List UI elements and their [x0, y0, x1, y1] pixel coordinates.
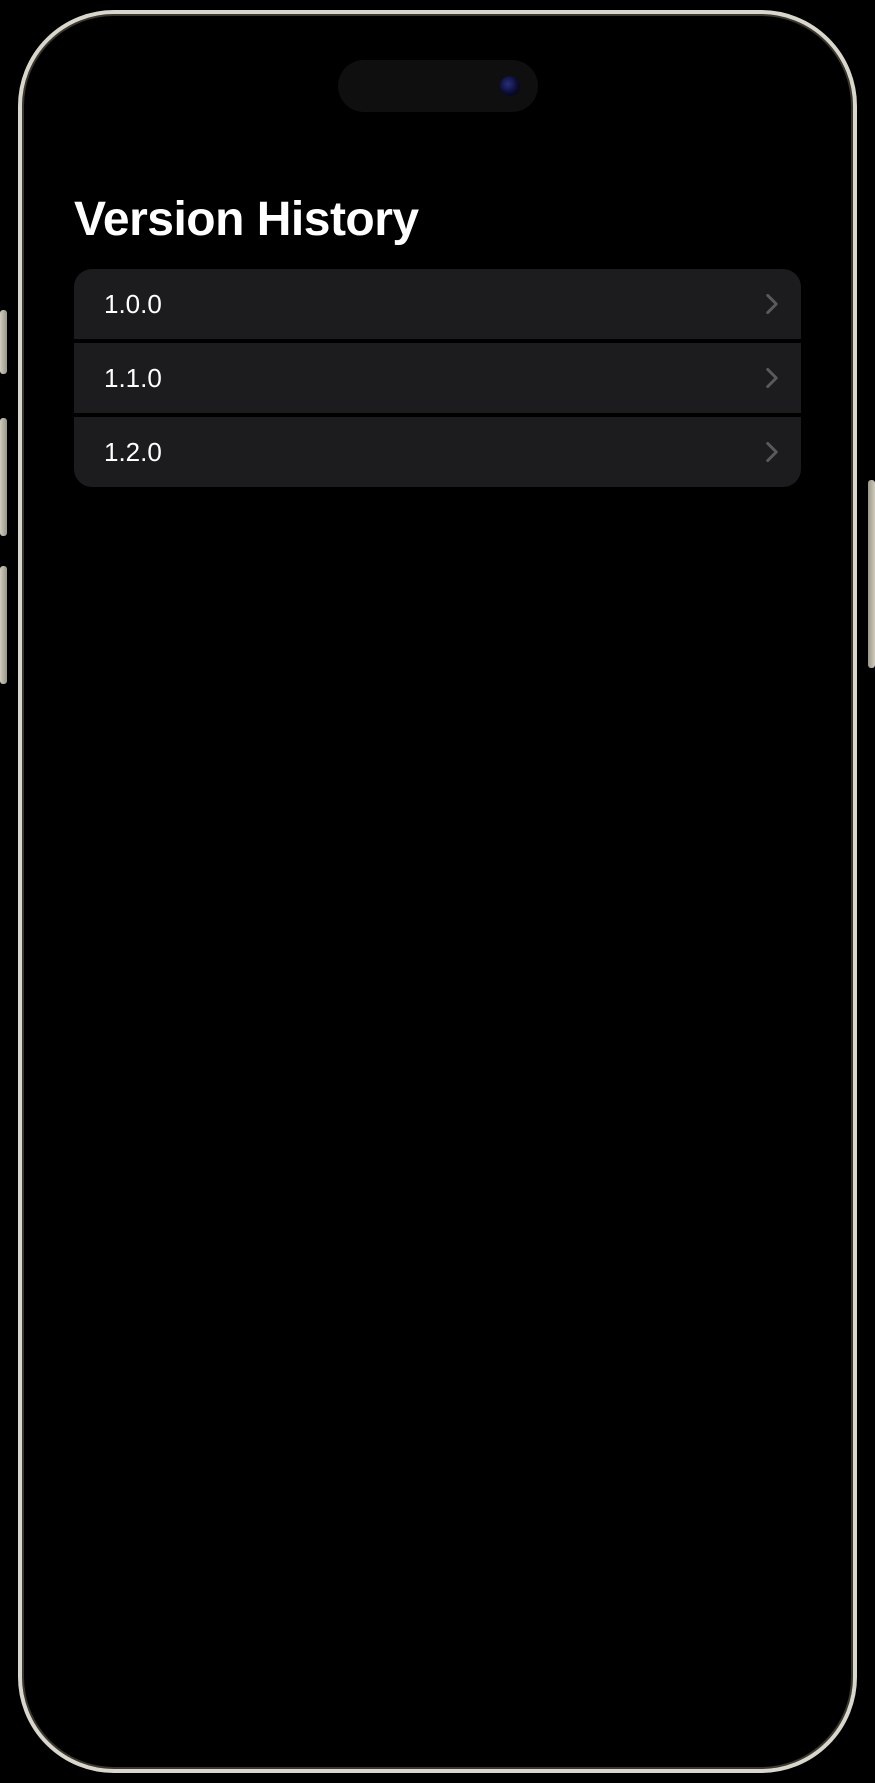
version-row[interactable]: 1.0.0	[74, 269, 801, 339]
version-row[interactable]: 1.1.0	[74, 343, 801, 413]
chevron-right-icon	[765, 440, 779, 464]
screen-content: Version History 1.0.0 1.1.0	[30, 22, 845, 1761]
version-label: 1.2.0	[104, 437, 162, 468]
side-button-volume-up	[0, 418, 7, 536]
page-title: Version History	[30, 192, 845, 269]
phone-frame: Version History 1.0.0 1.1.0	[18, 10, 857, 1773]
side-button-silent	[0, 310, 7, 374]
version-row[interactable]: 1.2.0	[74, 417, 801, 487]
version-label: 1.0.0	[104, 289, 162, 320]
side-button-volume-down	[0, 566, 7, 684]
side-button-power	[868, 480, 875, 668]
chevron-right-icon	[765, 292, 779, 316]
phone-screen: Version History 1.0.0 1.1.0	[30, 22, 845, 1761]
version-label: 1.1.0	[104, 363, 162, 394]
chevron-right-icon	[765, 366, 779, 390]
version-list: 1.0.0 1.1.0 1.2.	[30, 269, 845, 487]
